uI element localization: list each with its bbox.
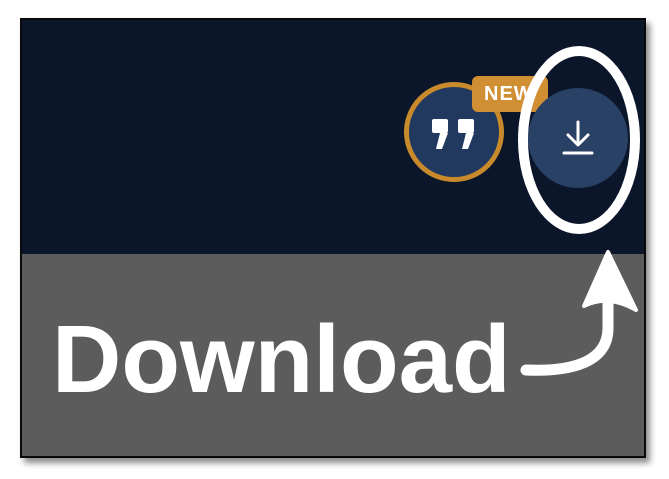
download-button[interactable]: [528, 88, 628, 188]
download-icon: [562, 120, 594, 155]
header-panel: NEW: [22, 20, 644, 254]
quote-icon: [432, 119, 474, 149]
screenshot-frame: NEW Download: [20, 18, 646, 458]
download-callout-text: Download: [52, 306, 511, 413]
new-badge: NEW: [472, 76, 548, 112]
